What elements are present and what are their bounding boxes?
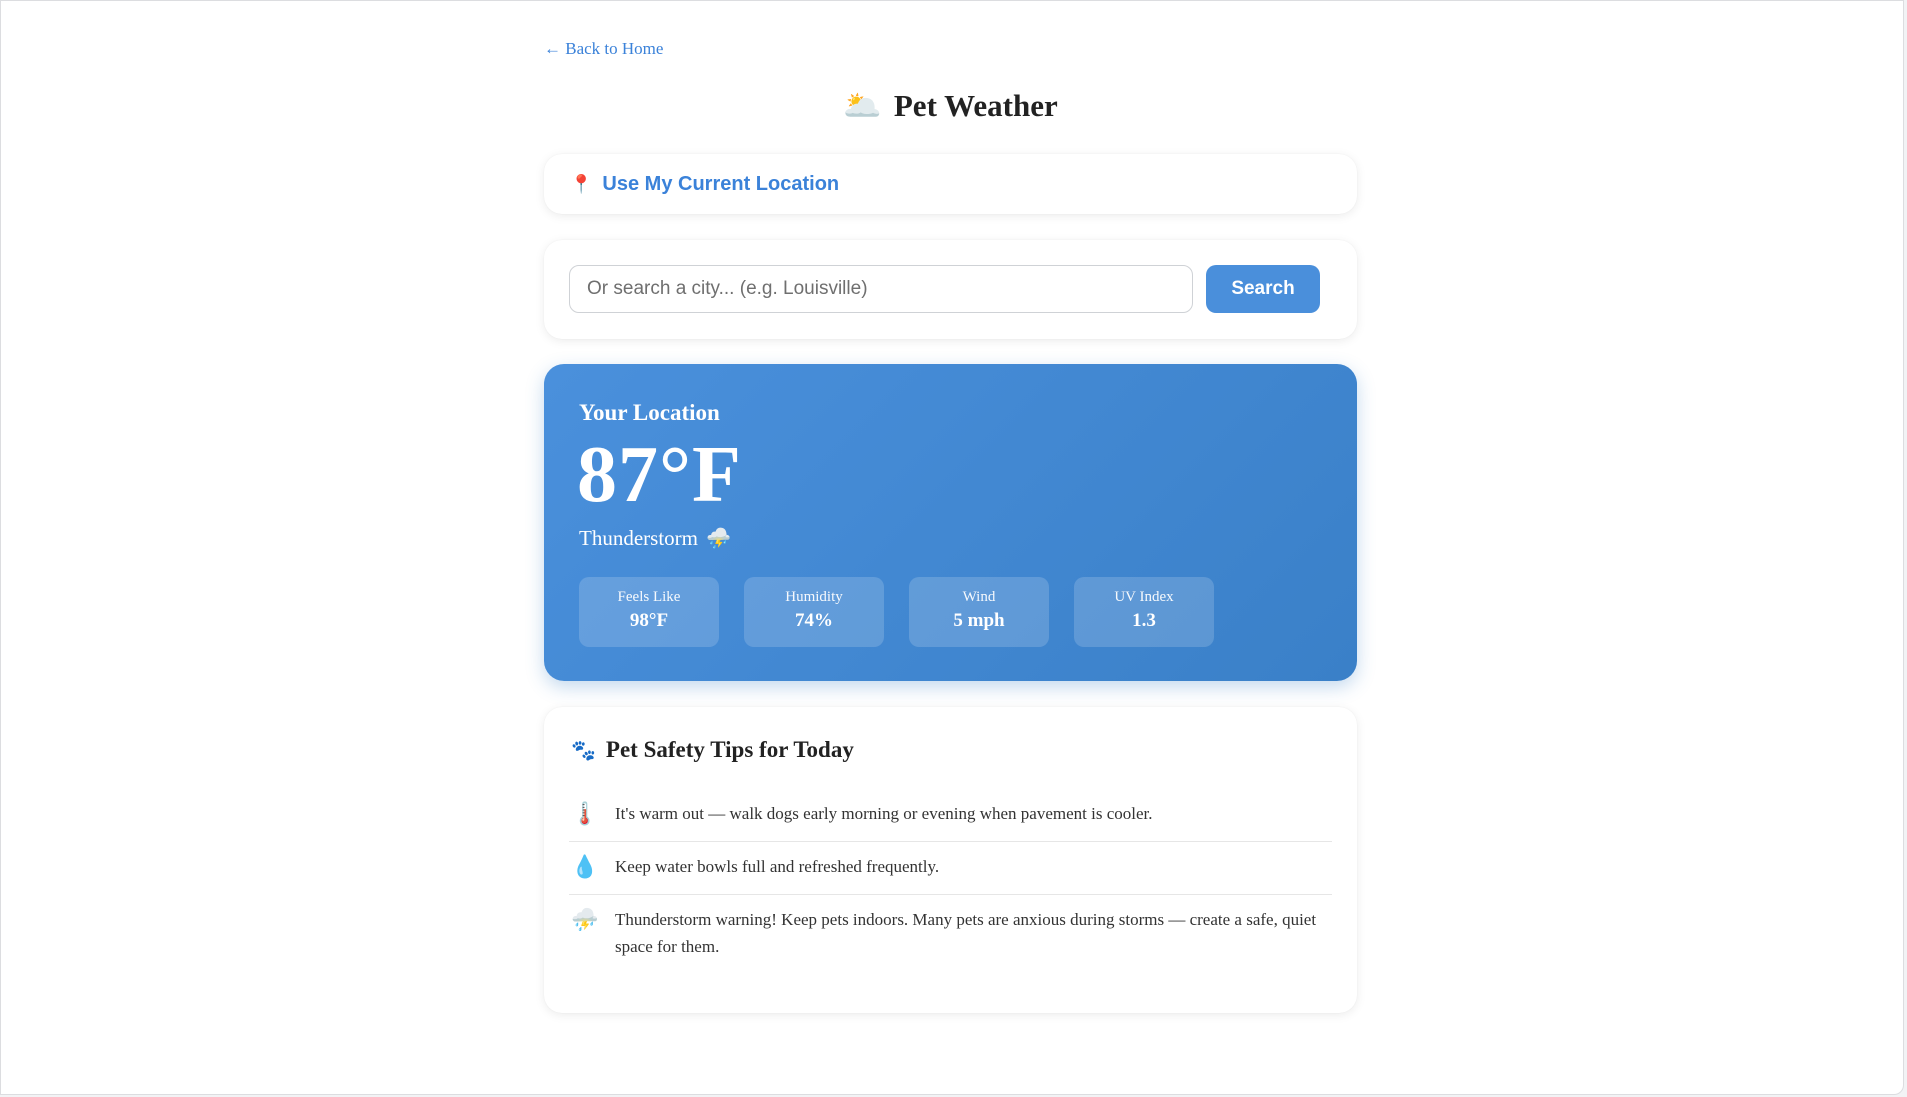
thunderstorm-icon: ⛈️	[705, 528, 731, 550]
tip-item: ⛈️ Thunderstorm warning! Keep pets indoo…	[569, 895, 1332, 974]
tip-item: 🌡️ It's warm out — walk dogs early morni…	[569, 789, 1332, 842]
tip-text: Keep water bowls full and refreshed freq…	[615, 857, 940, 876]
current-temperature: 87°F	[577, 431, 742, 519]
stat-feels-like: Feels Like 98°F	[579, 577, 719, 647]
droplet-icon: 💧	[571, 854, 599, 879]
stat-label: Wind	[962, 589, 996, 605]
paw-prints-icon: 🐾	[571, 739, 596, 762]
stat-value: 74%	[795, 610, 833, 631]
page-title: 🌥️ Pet Weather	[544, 87, 1357, 124]
tips-title-text: Pet Safety Tips for Today	[605, 737, 854, 762]
weather-condition: Thunderstorm ⛈️	[579, 526, 731, 551]
stat-value: 5 mph	[953, 610, 1005, 631]
tips-list: 🌡️ It's warm out — walk dogs early morni…	[569, 789, 1332, 974]
current-weather-card: Your Location 87°F Thunderstorm ⛈️ Feels…	[544, 364, 1357, 681]
browser-frame: ← Back to Home 🌥️ Pet Weather 📍 Use My Cu…	[0, 0, 1904, 1095]
city-search-input[interactable]	[569, 265, 1193, 313]
map-pin-icon: 📍	[570, 174, 593, 194]
thunderstorm-icon: ⛈️	[571, 907, 599, 932]
stat-wind: Wind 5 mph	[909, 577, 1049, 647]
use-current-location-label: Use My Current Location	[602, 173, 840, 195]
stat-humidity: Humidity 74%	[744, 577, 884, 647]
page-title-text: Pet Weather	[893, 88, 1058, 123]
location-card: 📍 Use My Current Location	[544, 154, 1357, 214]
search-button[interactable]: Search	[1206, 265, 1320, 313]
stat-value: 1.3	[1132, 610, 1156, 631]
tip-text: It's warm out — walk dogs early morning …	[615, 804, 1153, 823]
stat-label: UV Index	[1114, 589, 1174, 605]
sun-behind-cloud-icon: 🌥️	[843, 88, 882, 123]
thermometer-icon: 🌡️	[571, 801, 599, 826]
pet-safety-tips-card: 🐾 Pet Safety Tips for Today 🌡️ It's warm…	[544, 707, 1357, 1013]
weather-stats: Feels Like 98°F Humidity 74% Wind 5 mph …	[579, 577, 1214, 647]
back-to-home-link[interactable]: ← Back to Home	[544, 39, 663, 59]
use-current-location-button[interactable]: 📍 Use My Current Location	[570, 173, 839, 196]
stat-uv-index: UV Index 1.3	[1074, 577, 1214, 647]
weather-condition-text: Thunderstorm	[579, 526, 698, 550]
stat-label: Feels Like	[617, 589, 681, 605]
stat-label: Humidity	[785, 589, 843, 605]
weather-location: Your Location	[579, 400, 720, 425]
search-card: Search	[544, 240, 1357, 339]
tip-item: 💧 Keep water bowls full and refreshed fr…	[569, 842, 1332, 895]
tip-text: Thunderstorm warning! Keep pets indoors.…	[615, 910, 1317, 956]
tips-title: 🐾 Pet Safety Tips for Today	[571, 737, 854, 763]
stat-value: 98°F	[629, 610, 669, 631]
